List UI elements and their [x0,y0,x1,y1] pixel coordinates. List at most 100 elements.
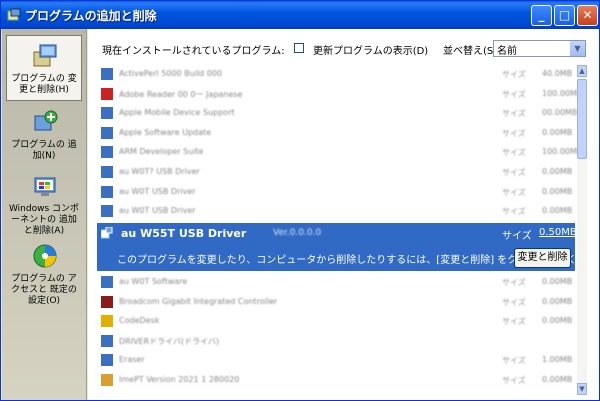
selected-size-value[interactable]: 0.50MB [539,227,577,238]
program-row[interactable]: Apple Software Update サイズ 0.00MB [97,124,575,143]
show-updates-checkbox[interactable] [294,43,304,53]
size-label: サイズ [502,168,526,177]
size-value: 0.00MB [542,186,573,196]
program-name: au W0T USB Driver [119,186,196,196]
size-value: 0.00MB [542,167,573,176]
sidebar-item-change-remove[interactable]: プログラムの 変更と削除(H) [6,35,82,101]
change-remove-programs-icon [33,44,57,67]
selected-program-name: au W55T USB Driver [121,227,247,240]
size-value: 40.0MB [542,69,573,78]
size-label: サイズ [502,207,526,217]
program-name: Adobe Reader 00 0一 Japanese [119,89,243,99]
program-icon [101,185,113,198]
vertical-scrollbar[interactable]: ▲ ▼ [577,65,587,395]
sidebar-item-label: プログラムの 変更と削除(H) [11,74,77,95]
program-name: Apple Software Update [119,127,212,137]
chevron-down-icon[interactable]: ▼ [570,41,585,56]
program-icon [101,146,113,159]
size-value: 0.00MB [542,127,573,137]
scroll-down-icon[interactable]: ▼ [577,383,587,395]
program-name: DRIVERドライバ(ドライバ) [119,336,220,346]
size-label: サイズ [502,317,526,327]
program-icon [101,87,113,100]
program-row[interactable]: ImePT Version 2021 1 280020 サイズ 0.00MB [97,371,575,390]
add-programs-icon [34,110,58,131]
program-row[interactable]: ARM Developer Suite サイズ 100.00MB [97,143,582,162]
program-icon [101,205,113,218]
program-name: Eraser [119,355,145,365]
windows-components-icon [34,177,56,196]
program-icon [101,374,113,386]
program-name: au W0T USB Driver [119,206,196,216]
program-name: ImePT Version 2021 1 280020 [119,375,240,384]
program-row[interactable]: au W0T Software サイズ 0.00MB [97,273,575,292]
sidebar-item-program-access[interactable]: プログラムの アクセスと 既定の設定(O) [6,235,82,309]
program-row[interactable]: au W0T? USB Driver サイズ 0.00MB [97,163,575,182]
selected-program-row[interactable]: au W55T USB Driver Ver.0.0.0.0 サイズ 0.50M… [97,223,587,271]
sidebar-item-add-programs[interactable]: プログラムの 追加(N) [6,101,82,165]
program-icon [101,276,113,288]
program-row[interactable]: DRIVERドライバ(ドライバ) [97,332,575,351]
title-bar[interactable]: プログラムの追加と削除 _ □ ✕ [1,1,599,29]
minimize-button[interactable]: _ [531,5,552,26]
sidebar: プログラムの 変更と削除(H) プログラムの 追加(N) Windows コンポ… [2,29,87,400]
program-row[interactable]: au W0T USB Driver サイズ 0.00MB [97,202,575,221]
program-icon [101,315,113,328]
program-icon [101,126,113,139]
add-remove-programs-window: プログラムの追加と削除 _ □ ✕ プログラムの 変更と削除(H) プログラムの… [0,0,600,401]
program-name: ActivePerl 5000 Build 000 [119,69,223,78]
sort-by-label: 並べ替え(S): [443,46,501,57]
program-name: Broadcom Gigabit Integrated Controller [119,296,278,306]
program-icon [101,166,113,178]
program-row[interactable]: Eraser サイズ 1.00MB [97,351,575,370]
close-button[interactable]: ✕ [577,5,598,26]
program-row[interactable]: Apple Mobile Device Support サイズ 00.00MB [97,104,578,123]
size-label: サイズ [502,128,526,138]
size-label: サイズ [502,376,526,385]
sort-by-select[interactable]: 名前 ▼ [493,40,586,57]
list-header: 現在インストールされているプログラム: 更新プログラムの表示(D) 並べ替え(S… [88,29,599,59]
program-row[interactable]: Broadcom Gigabit Integrated Controller サイ… [97,293,575,312]
scroll-thumb[interactable] [577,79,587,159]
program-row[interactable]: au W0T USB Driver サイズ 0.00MB [97,183,575,202]
change-remove-button[interactable]: 変更と削除 [514,248,571,268]
program-icon [101,68,113,80]
program-row[interactable]: ActivePerl 5000 Build 000 サイズ 40.0MB [97,65,575,84]
show-updates-label[interactable]: 更新プログラムの表示(D) [313,42,428,57]
size-label: サイズ [502,356,526,366]
program-icon [101,295,113,308]
size-label: サイズ [502,187,526,197]
program-name: ARM Developer Suite [119,147,204,157]
sort-by-value: 名前 [497,46,517,57]
selected-size-label: サイズ [502,231,532,242]
installed-programs-label: 現在インストールされているプログラム: [102,46,285,57]
size-label: サイズ [502,278,526,287]
usb-driver-icon [101,227,113,239]
program-access-defaults-icon [33,244,57,268]
program-name: Apple Mobile Device Support [119,108,235,118]
main-panel: 現在インストールされているプログラム: 更新プログラムの表示(D) 並べ替え(S… [88,29,599,400]
size-label: サイズ [502,148,526,158]
program-name: au W0T Software [119,277,188,286]
size-value: 0.00MB [542,296,573,306]
maximize-button[interactable]: □ [554,5,575,26]
add-remove-programs-icon [7,8,21,21]
sidebar-item-label: プログラムの アクセスと 既定の設定(O) [11,274,77,306]
program-row[interactable]: Adobe Reader 00 0一 Japanese サイズ 100.00MB [97,85,582,104]
size-value: 00.00MB [542,108,578,118]
program-icon [101,334,113,347]
size-value: 0.00MB [542,375,573,384]
size-label: サイズ [502,109,526,119]
program-row[interactable]: CodeDesk サイズ 0.00MB [97,312,575,331]
size-value: 0.00MB [542,206,573,216]
program-name: CodeDesk [119,316,160,326]
window-title: プログラムの追加と削除 [25,9,157,23]
size-value: 0.00MB [542,277,573,286]
sidebar-item-windows-components[interactable]: Windows コンポーネントの 追加と削除(A) [6,165,82,236]
program-name: au W0T? USB Driver [119,167,200,176]
scroll-up-icon[interactable]: ▲ [577,65,587,77]
program-list[interactable]: ActivePerl 5000 Build 000 サイズ 40.0MB Adobe … [97,65,587,395]
size-label: サイズ [502,89,526,99]
sidebar-item-label: プログラムの 追加(N) [11,140,77,161]
size-value: 0.00MB [542,316,573,326]
